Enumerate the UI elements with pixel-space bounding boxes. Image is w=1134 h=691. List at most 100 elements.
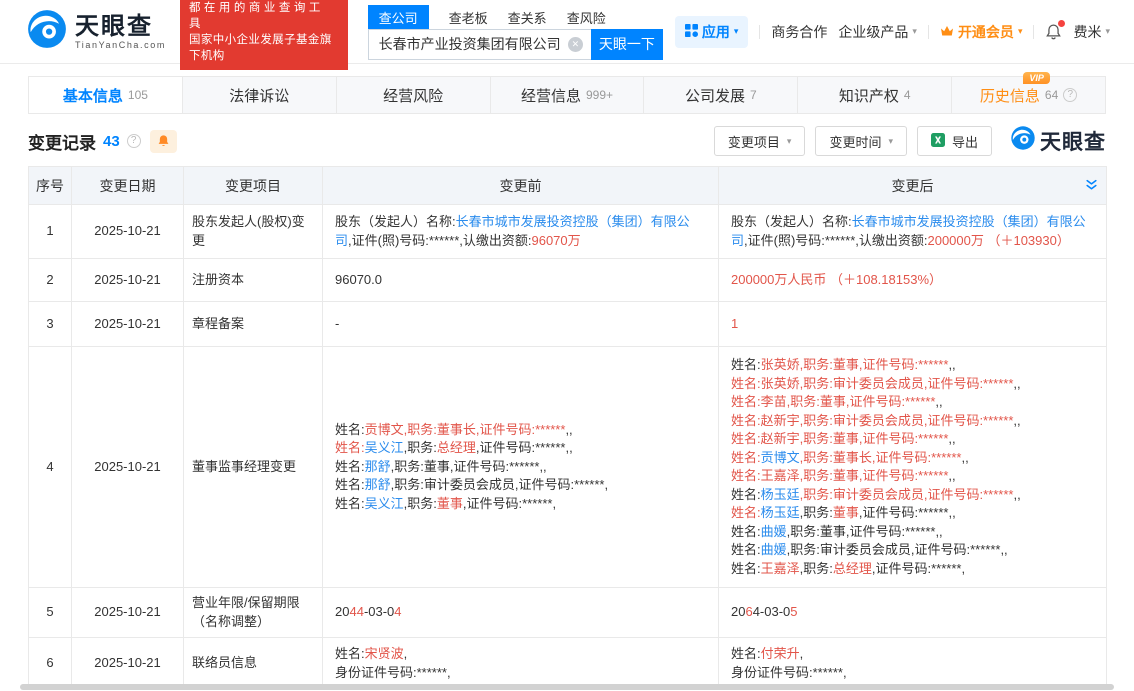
text-segment: 5 <box>790 604 797 619</box>
promo-banner: 都在用的商业查询工具 国家中小企业发展子基金旗下机构 <box>180 0 348 70</box>
text-segment: 20 <box>731 604 745 619</box>
text-segment: ,证件号码:******,, <box>859 505 956 520</box>
entity-link[interactable]: 吴义江 <box>365 440 404 455</box>
column-header: 变更项目 <box>184 167 323 205</box>
text-line: 股东（发起人）名称:长春市城市发展投资控股（集团）有限公司,证件(照)号码:**… <box>731 213 1094 250</box>
text-segment: 姓名: <box>731 505 761 520</box>
text-segment: 董事 <box>437 496 463 511</box>
caret-down-icon: ▾ <box>787 136 792 147</box>
tab-2[interactable]: 经营风险 <box>337 77 491 113</box>
text-segment: 姓名:赵新宇,职务:董事,证件号码:****** <box>731 431 948 446</box>
text-segment: 姓名: <box>335 496 365 511</box>
text-line: （名称调整） <box>192 613 314 632</box>
tab-label: 基本信息 <box>63 88 123 105</box>
collapse-rows-icon[interactable] <box>1085 179 1098 192</box>
search-tab-0[interactable]: 查公司 <box>368 5 429 30</box>
apps-menu[interactable]: 应用 ▾ <box>675 16 749 48</box>
tab-6[interactable]: 历史信息VIP64? <box>952 77 1105 113</box>
table-row: 42025-10-21董事监事经理变更姓名:贡博文,职务:董事长,证件号码:**… <box>29 347 1107 588</box>
tab-4[interactable]: 公司发展7 <box>644 77 798 113</box>
subscribe-bell-button[interactable] <box>150 130 177 153</box>
entity-link[interactable]: 那舒 <box>365 459 391 474</box>
text-line: 姓名:赵新宇,职务:董事,证件号码:******,, <box>731 430 1094 449</box>
notifications-button[interactable] <box>1045 23 1062 41</box>
tab-3[interactable]: 经营信息999+ <box>491 77 645 113</box>
text-segment: 96070万 <box>531 233 580 248</box>
horizontal-scrollbar[interactable] <box>20 684 1114 690</box>
tianyancha-watermark: 天眼查 <box>1010 125 1106 157</box>
text-segment: ,职务:董事长,证件号码:****** <box>800 450 962 465</box>
search-tabs: 查公司 查老板 查关系 查风险 <box>368 6 663 29</box>
cell-change-after: 姓名:付荣升,身份证件号码:******, <box>719 638 1107 690</box>
search-tab-2[interactable]: 查关系 <box>508 8 547 27</box>
text-line: 姓名:贡博文,职务:董事长,证件号码:******,, <box>335 421 706 440</box>
tianyancha-logo-icon <box>1010 125 1036 157</box>
search-tab-1[interactable]: 查老板 <box>449 8 488 27</box>
user-menu[interactable]: 费米 ▾ <box>1073 22 1110 42</box>
entity-link[interactable]: 贡博文 <box>761 450 800 465</box>
filter-change-project-button[interactable]: 变更项目 ▾ <box>714 126 806 156</box>
text-line: 姓名:杨玉廷,职务:审计委员会成员,证件号码:******,, <box>731 486 1094 505</box>
entity-link[interactable]: 那舒 <box>365 477 391 492</box>
entity-link[interactable]: 杨玉廷 <box>761 487 800 502</box>
text-segment: 4 <box>394 604 401 619</box>
entity-link[interactable]: 杨玉廷 <box>761 505 800 520</box>
enterprise-products-menu[interactable]: 企业级产品 ▾ <box>838 22 917 42</box>
tab-label: 历史信息 <box>980 88 1040 105</box>
clear-icon[interactable]: ✕ <box>568 37 583 52</box>
business-cooperation-link[interactable]: 商务合作 <box>771 22 827 42</box>
tianyancha-logo[interactable]: 天眼查 TianYanCha.com <box>26 8 166 55</box>
text-segment: ,证件号码:******, <box>872 561 965 576</box>
cell-change-date: 2025-10-21 <box>72 259 184 302</box>
tab-5[interactable]: 知识产权4 <box>798 77 952 113</box>
text-line: 姓名:宋贤波, <box>335 645 706 664</box>
text-line: 姓名:曲媛,职务:董事,证件号码:******,, <box>731 523 1094 542</box>
text-segment: 20 <box>335 604 349 619</box>
text-line: 身份证件号码:******, <box>731 664 1094 683</box>
text-segment: ,证件号码:******,, <box>476 440 573 455</box>
tab-1[interactable]: 法律诉讼 <box>183 77 337 113</box>
text-segment: 姓名: <box>731 542 761 557</box>
cell-change-project: 股东发起人(股权)变更 <box>184 205 323 259</box>
cell-change-project: 营业年限/保留期限（名称调整） <box>184 588 323 638</box>
export-button[interactable]: 导出 <box>917 126 992 156</box>
promo-banner-line2: 国家中小企业发展子基金旗下机构 <box>189 32 339 64</box>
search-tab-3[interactable]: 查风险 <box>567 8 606 27</box>
entity-link[interactable]: 曲媛 <box>761 524 787 539</box>
text-segment: 付荣升 <box>761 646 800 661</box>
text-line: 股东（发起人）名称:长春市城市发展投资控股（集团）有限公司,证件(照)号码:**… <box>335 213 706 250</box>
open-vip-menu[interactable]: 开通会员 ▾ <box>940 22 1023 42</box>
text-segment: 董事 <box>833 505 859 520</box>
search-input[interactable] <box>369 30 591 59</box>
entity-link[interactable]: 吴义江 <box>365 496 404 511</box>
notification-dot <box>1058 20 1065 27</box>
table-header-row: 序号变更日期变更项目变更前变更后 <box>29 167 1107 205</box>
text-segment: -03-0 <box>364 604 394 619</box>
column-header: 序号 <box>29 167 72 205</box>
cell-change-after: 姓名:张英娇,职务:董事,证件号码:******,,姓名:张英娇,职务:审计委员… <box>719 347 1107 588</box>
caret-down-icon: ▾ <box>912 26 917 37</box>
text-line: 姓名:赵新宇,职务:审计委员会成员,证件号码:******,, <box>731 412 1094 431</box>
filter-change-time-button[interactable]: 变更时间 ▾ <box>815 126 907 156</box>
text-line: - <box>335 315 706 334</box>
text-segment: ,, <box>948 468 955 483</box>
text-line: 姓名:吴义江,职务:董事,证件号码:******, <box>335 495 706 514</box>
cell-change-date: 2025-10-21 <box>72 347 184 588</box>
cell-seq-no: 1 <box>29 205 72 259</box>
text-segment: ,职务: <box>800 561 833 576</box>
watermark-label: 天眼查 <box>1040 126 1106 156</box>
cell-change-before: 96070.0 <box>323 259 719 302</box>
tab-0[interactable]: 基本信息105 <box>29 77 183 113</box>
logo-title: 天眼查 <box>75 14 166 40</box>
filter-change-project-label: 变更项目 <box>728 132 780 151</box>
help-icon[interactable]: ? <box>127 134 141 148</box>
column-header: 变更日期 <box>72 167 184 205</box>
text-segment: ,, <box>948 357 955 372</box>
filter-change-time-label: 变更时间 <box>829 132 881 151</box>
logo-domain: TianYanCha.com <box>75 40 166 50</box>
entity-link[interactable]: 曲媛 <box>761 542 787 557</box>
search-button[interactable]: 天眼一下 <box>591 29 663 60</box>
table-row: 52025-10-21营业年限/保留期限（名称调整）2044-03-042064… <box>29 588 1107 638</box>
bell-icon <box>157 134 170 148</box>
text-segment: 姓名: <box>731 646 761 661</box>
